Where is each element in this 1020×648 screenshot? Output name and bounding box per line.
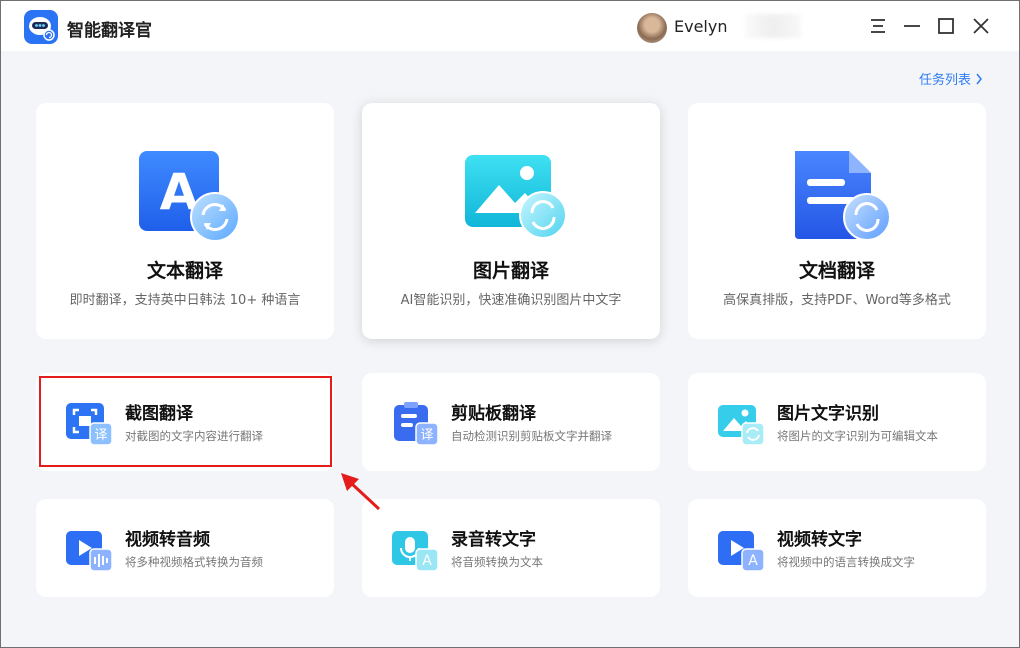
badge-text: 译 (94, 428, 107, 443)
card-title: 视频转文字 (777, 530, 862, 550)
card-title: 录音转文字 (451, 530, 536, 550)
blurred-region (745, 14, 801, 38)
user-avatar[interactable] (637, 13, 667, 43)
card-desc: 高保真排版，支持PDF、Word等多格式 (723, 293, 951, 308)
maximize-icon[interactable] (933, 13, 959, 39)
card-desc: 将图片的文字识别为可编辑文本 (777, 429, 938, 443)
card-image-ocr[interactable]: 图片文字识别 将图片的文字识别为可编辑文本 (688, 373, 986, 471)
badge-text: A (422, 553, 432, 569)
card-title: 剪贴板翻译 (451, 404, 536, 424)
video-to-audio-icon (66, 531, 113, 572)
video-to-text-icon: A (718, 531, 765, 572)
pointer-arrow-icon (341, 473, 381, 511)
clipboard-translate-icon: 译 (394, 402, 439, 446)
task-list-label: 任务列表 (918, 73, 971, 88)
badge-text: A (748, 553, 758, 569)
card-desc: 即时翻译，支持英中日韩法 10+ 种语言 (69, 293, 301, 308)
card-document-translate[interactable]: 文档翻译 高保真排版，支持PDF、Word等多格式 (688, 103, 986, 339)
card-desc: 对截图的文字内容进行翻译 (125, 429, 263, 443)
card-audio-to-text[interactable]: A 录音转文字 将音频转换为文本 (362, 499, 660, 597)
card-video-to-text[interactable]: A 视频转文字 将视频中的语言转换成文字 (688, 499, 986, 597)
card-title: 视频转音频 (125, 530, 210, 550)
document-translate-icon (795, 151, 891, 241)
card-title: 截图翻译 (125, 404, 193, 424)
card-title: 图片翻译 (472, 260, 549, 282)
app-window: 智能翻译官 Evelyn 任务列表 A 文本翻译 即时翻译，支持英中日韩法 10… (0, 0, 1020, 648)
screenshot-translate-icon: 译 (66, 403, 113, 446)
card-screenshot-translate[interactable]: 译 截图翻译 对截图的文字内容进行翻译 (36, 373, 334, 471)
menu-icon[interactable] (865, 13, 891, 39)
username[interactable]: Evelyn (674, 17, 727, 36)
card-title: 文本翻译 (146, 260, 223, 282)
close-icon[interactable] (968, 13, 994, 39)
card-title: 图片文字识别 (777, 404, 879, 424)
title-bar: 智能翻译官 Evelyn (1, 1, 1019, 51)
card-desc: 自动检测识别剪贴板文字并翻译 (451, 429, 612, 443)
chevron-right-icon (976, 73, 982, 85)
card-image-translate[interactable]: 图片翻译 AI智能识别，快速准确识别图片中文字 (362, 103, 660, 339)
card-desc: 将多种视频格式转换为音频 (125, 555, 263, 569)
app-title: 智能翻译官 (67, 21, 152, 41)
card-desc: 将音频转换为文本 (451, 555, 543, 569)
card-clipboard-translate[interactable]: 译 剪贴板翻译 自动检测识别剪贴板文字并翻译 (362, 373, 660, 471)
image-ocr-icon (718, 405, 765, 446)
task-list-link[interactable]: 任务列表 (919, 69, 983, 88)
card-video-to-audio[interactable]: 视频转音频 将多种视频格式转换为音频 (36, 499, 334, 597)
text-translate-icon: A (139, 151, 240, 242)
minimize-icon[interactable] (899, 13, 925, 39)
card-desc: AI智能识别，快速准确识别图片中文字 (400, 293, 622, 308)
image-translate-icon (465, 155, 567, 239)
app-logo-icon (24, 10, 58, 44)
card-title: 文档翻译 (798, 260, 875, 282)
card-desc: 将视频中的语言转换成文字 (777, 555, 915, 569)
badge-text: 译 (420, 428, 433, 443)
card-text-translate[interactable]: A 文本翻译 即时翻译，支持英中日韩法 10+ 种语言 (36, 103, 334, 339)
audio-to-text-icon: A (392, 531, 439, 572)
